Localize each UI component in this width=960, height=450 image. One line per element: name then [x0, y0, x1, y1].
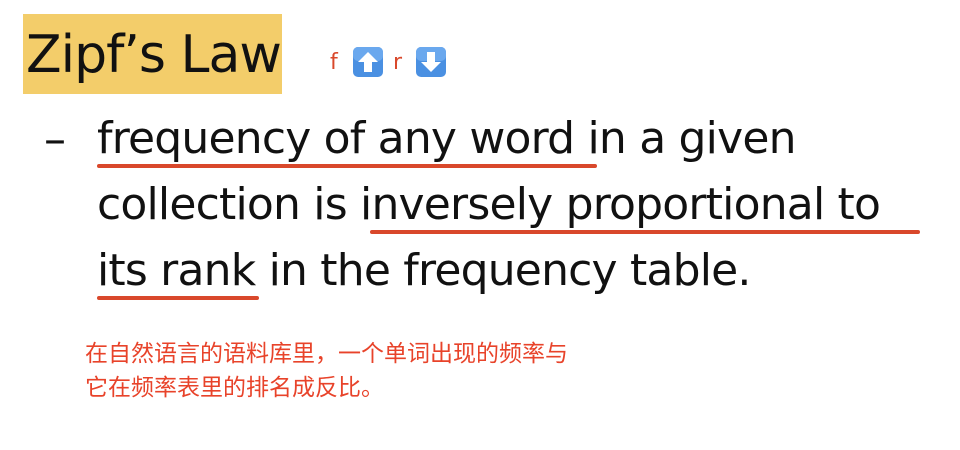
- annotation-letter-f: f: [330, 49, 338, 75]
- chinese-note-line-1: 在自然语言的语料库里，一个单词出现的频率与: [85, 341, 568, 367]
- underline-inversely-proportional: [370, 230, 920, 234]
- slide-title: Zipf’s Law: [26, 25, 282, 85]
- underline-its-rank: [97, 296, 259, 300]
- line2-plain: collection is: [97, 179, 361, 230]
- up-arrow-icon: [353, 47, 383, 77]
- bullet-line-1: frequency of any word in a given: [97, 110, 797, 168]
- underlined-phrase-its-rank: its rank: [97, 245, 256, 296]
- line1-rest: in a given: [574, 113, 796, 164]
- bullet-line-3: its rank in the frequency table.: [97, 242, 751, 300]
- chinese-note-line-2: 它在频率表里的排名成反比。: [85, 375, 384, 401]
- down-arrow-icon: [416, 47, 446, 77]
- bullet-line-2: collection is inversely proportional to: [97, 176, 881, 234]
- line3-rest: in the frequency table.: [255, 245, 752, 296]
- annotation-letter-r: r: [393, 49, 403, 75]
- underlined-phrase-inversely: inversely proportional to: [360, 179, 881, 230]
- bullet-dash: –: [44, 114, 66, 165]
- underline-frequency-of-any-word: [97, 164, 597, 168]
- underlined-phrase-frequency: frequency of any word: [97, 113, 575, 164]
